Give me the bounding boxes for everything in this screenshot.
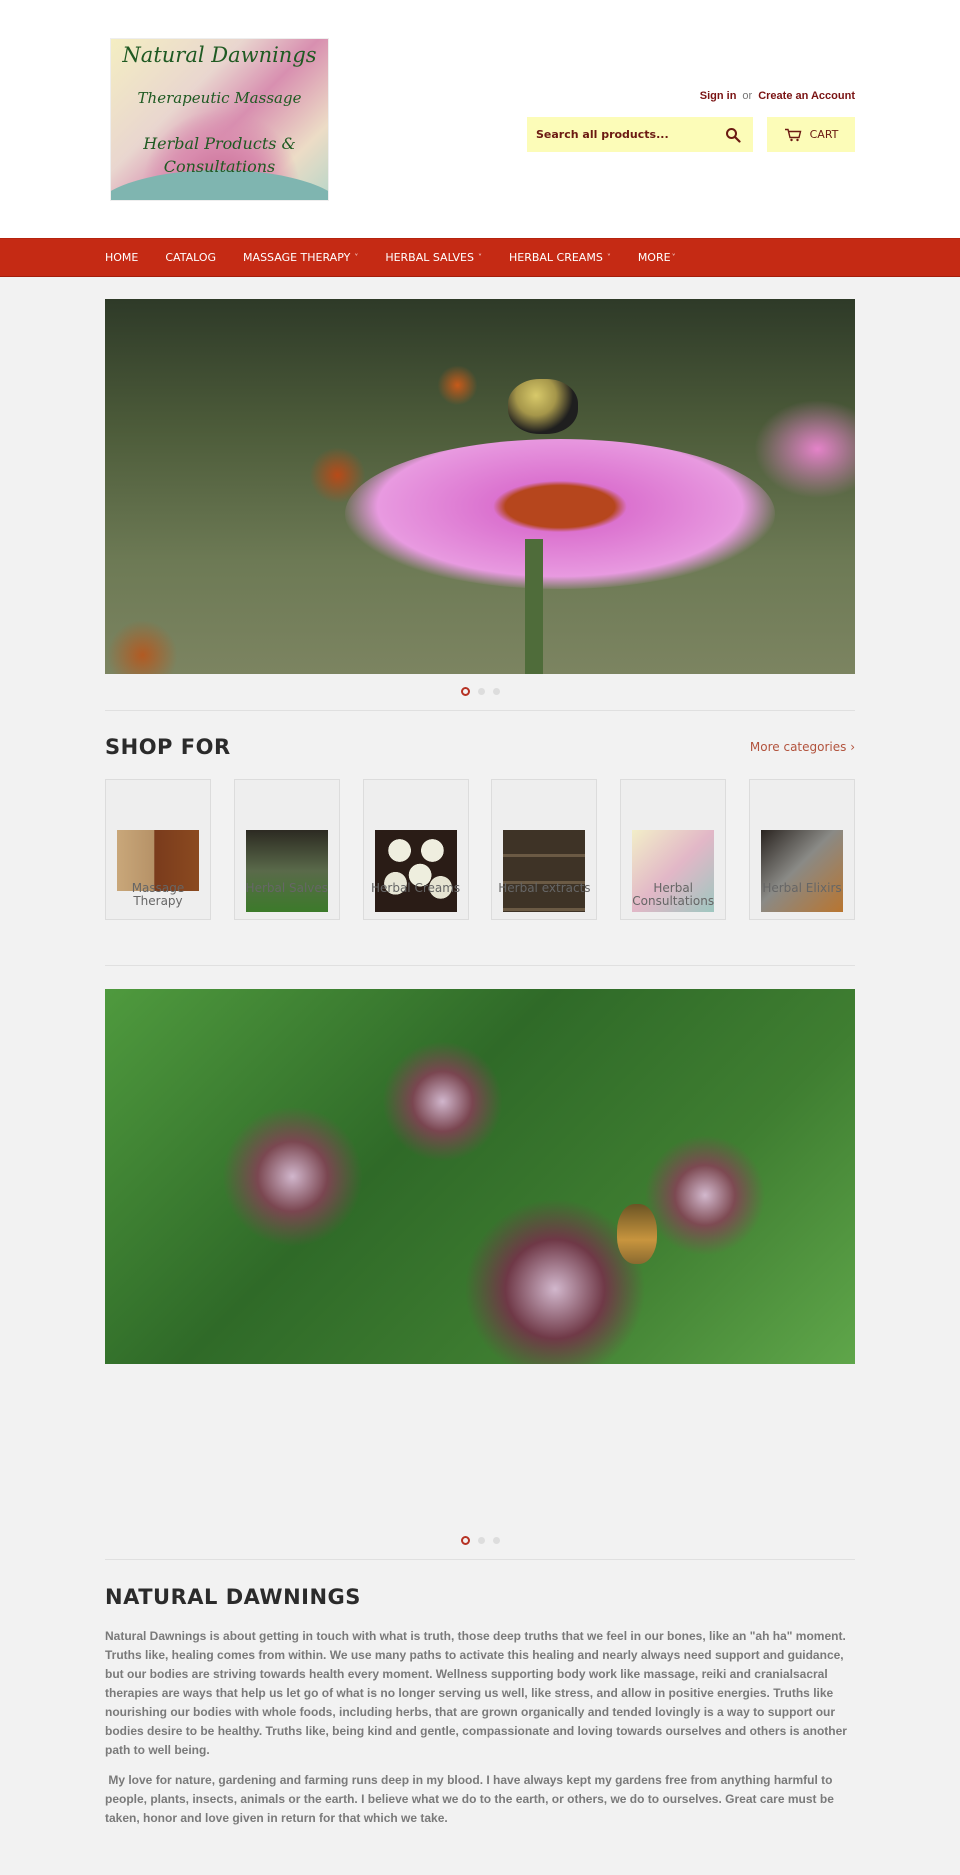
- category-card-herbal-extracts[interactable]: Herbal extracts: [491, 779, 598, 920]
- category-thumbnail: [503, 830, 586, 912]
- category-thumbnail: [760, 830, 843, 912]
- category-thumbnail: [245, 830, 328, 912]
- logo-text-line: Consultations: [163, 157, 276, 176]
- category-card-herbal-elixirs[interactable]: Herbal Elixirs: [748, 779, 855, 920]
- nav-item-label: HERBAL SALVES: [385, 251, 474, 264]
- cart-label: CART: [809, 128, 839, 141]
- category-label: Herbal Elixirs: [762, 881, 842, 895]
- slide-dot[interactable]: [492, 688, 500, 695]
- about-paragraph: My love for nature, gardening and farmin…: [105, 1773, 838, 1825]
- bee-graphic: [508, 379, 578, 434]
- category-label: Herbal Creams: [371, 881, 461, 895]
- section-divider: [105, 965, 855, 966]
- slide-dot[interactable]: [477, 688, 485, 695]
- chevron-down-icon: ˅: [606, 253, 611, 262]
- sign-in-link[interactable]: Sign in: [700, 90, 737, 102]
- chevron-down-icon: ˅: [477, 253, 482, 262]
- more-categories-link[interactable]: More categories ›: [750, 740, 855, 754]
- nav-item-label: MASSAGE THERAPY: [243, 251, 351, 264]
- nav-item-label: HOME: [105, 251, 139, 264]
- search-input[interactable]: [536, 128, 725, 141]
- or-separator: or: [742, 90, 753, 102]
- nav-item-more[interactable]: MORE ˅: [638, 251, 676, 264]
- site-logo[interactable]: Natural Dawnings Therapeutic Massage Her…: [110, 38, 329, 201]
- shop-for-header: SHOP FOR More categories ›: [105, 711, 855, 779]
- chevron-down-icon: ˅: [354, 253, 359, 262]
- create-account-link[interactable]: Create an Account: [758, 90, 855, 102]
- nav-item-herbal-creams[interactable]: HERBAL CREAMS ˅: [509, 251, 611, 264]
- about-title: NATURAL DAWNINGS: [105, 1585, 361, 1609]
- main-content: SHOP FOR More categories › Massage Thera…: [105, 299, 855, 1828]
- logo-text-line: Natural Dawnings: [122, 43, 317, 67]
- nav-item-label: HERBAL CREAMS: [508, 251, 603, 264]
- stem-graphic: [525, 539, 543, 674]
- category-label: Herbal extracts: [498, 881, 591, 895]
- about-paragraph: Natural Dawnings is about getting in tou…: [105, 1629, 847, 1757]
- main-nav: HOME CATALOG MASSAGE THERAPY ˅ HERBAL SAL…: [0, 238, 960, 277]
- nav-item-label: CATALOG: [165, 251, 217, 264]
- slide-dot-active[interactable]: [460, 1536, 470, 1545]
- slideshow-pagination: [105, 1536, 855, 1559]
- cart-icon: [784, 128, 802, 141]
- category-label: Herbal Salves: [245, 881, 329, 895]
- category-card-herbal-creams[interactable]: Herbal Creams: [362, 779, 469, 920]
- nav-item-home[interactable]: HOME: [105, 251, 138, 264]
- section-divider: [105, 1559, 855, 1560]
- about-section: NATURAL DAWNINGS Natural Dawnings is abo…: [105, 1585, 855, 1828]
- nav-item-label: MORE: [637, 251, 671, 264]
- account-links: Sign in or Create an Account: [700, 90, 855, 102]
- flower-graphic: [345, 439, 775, 589]
- logo-text-line: Therapeutic Massage: [137, 89, 302, 107]
- shop-for-title: SHOP FOR: [105, 735, 231, 759]
- category-card-herbal-consultations[interactable]: Herbal Consultations: [620, 779, 727, 920]
- slide-dot-active[interactable]: [460, 687, 470, 696]
- logo-text-line: Herbal Products &: [143, 134, 296, 153]
- search-icon[interactable]: [725, 127, 741, 143]
- nav-item-herbal-salves[interactable]: HERBAL SALVES ˅: [385, 251, 482, 264]
- slide-dot[interactable]: [492, 1537, 500, 1544]
- category-card-herbal-salves[interactable]: Herbal Salves: [233, 779, 340, 920]
- chevron-down-icon: ˅: [671, 253, 676, 262]
- nav-item-catalog[interactable]: CATALOG: [165, 251, 216, 264]
- slideshow-pagination: [105, 674, 855, 710]
- slide-dot[interactable]: [477, 1537, 485, 1544]
- search-bar: [527, 117, 753, 152]
- category-card-massage-therapy[interactable]: Massage Therapy: [105, 779, 211, 920]
- slide-spacer: [105, 1364, 855, 1537]
- site-header: Natural Dawnings Therapeutic Massage Her…: [0, 0, 960, 238]
- hero-slide-image[interactable]: [105, 299, 855, 674]
- bee-graphic: [617, 1204, 657, 1264]
- category-thumbnail: [374, 830, 457, 912]
- hero-slide-image[interactable]: [105, 989, 855, 1364]
- category-label: Massage Therapy: [131, 881, 185, 908]
- nav-item-massage-therapy[interactable]: MASSAGE THERAPY ˅: [243, 251, 358, 264]
- category-label: Herbal Consultations: [632, 881, 715, 908]
- cart-button[interactable]: CART: [767, 117, 855, 152]
- category-grid: Massage Therapy Herbal Salves Herbal Cre…: [105, 779, 855, 920]
